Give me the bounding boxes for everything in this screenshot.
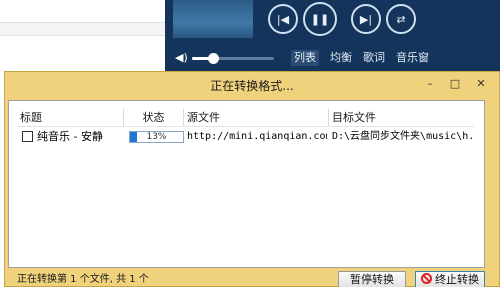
pause-convert-button[interactable]: 暂停转换	[338, 271, 406, 287]
minimize-icon[interactable]: –	[419, 75, 441, 91]
tab-music-window[interactable]: 音乐窗	[396, 50, 429, 66]
volume-icon[interactable]: ◀)	[175, 51, 188, 65]
status-text: 正在转换第 1 个文件, 共 1 个	[17, 274, 149, 285]
tab-playlist[interactable]: 列表	[291, 50, 319, 66]
tab-equalizer[interactable]: 均衡	[330, 50, 352, 66]
dialog-titlebar[interactable]: 正在转换格式... – □ ✕	[5, 72, 499, 96]
row-progress-bar: 13%	[129, 131, 184, 143]
stop-convert-label: 终止转换	[435, 273, 479, 286]
column-header-target[interactable]: 目标文件	[329, 109, 474, 126]
maximize-icon[interactable]: □	[444, 75, 466, 91]
volume-slider[interactable]	[192, 57, 274, 60]
pause-convert-label: 暂停转换	[350, 273, 394, 286]
convert-dialog: 正在转换格式... – □ ✕ 标题 状态 源文件 目标文件 纯音乐 - 安静 …	[4, 71, 500, 287]
row-source: http://mini.qianqian.com/...	[187, 131, 327, 142]
row-title: 纯音乐 - 安静	[37, 130, 103, 143]
stop-icon	[421, 273, 432, 284]
column-header-source[interactable]: 源文件	[184, 109, 329, 126]
row-progress-text: 13%	[146, 132, 167, 142]
volume-knob[interactable]	[207, 53, 219, 64]
background-window	[0, 0, 165, 72]
background-toolbar	[0, 22, 165, 36]
row-target: D:\云盘同步文件夹\music\h...	[332, 131, 474, 142]
column-header-title[interactable]: 标题	[17, 109, 124, 126]
stop-convert-button[interactable]: 终止转换	[415, 271, 485, 287]
row-checkbox[interactable]	[22, 131, 33, 142]
pause-icon[interactable]: ❚❚	[303, 2, 337, 36]
shuffle-icon[interactable]: ⇄	[386, 4, 416, 34]
column-header-status[interactable]: 状态	[124, 109, 184, 126]
prev-icon[interactable]: |◀	[268, 4, 298, 34]
album-art	[173, 0, 253, 38]
next-icon[interactable]: ▶|	[351, 4, 381, 34]
close-icon[interactable]: ✕	[470, 75, 492, 91]
file-list: 标题 状态 源文件 目标文件 纯音乐 - 安静 13% http://mini.…	[8, 100, 485, 268]
header-divider	[17, 126, 474, 127]
tab-lyrics[interactable]: 歌词	[363, 50, 385, 66]
